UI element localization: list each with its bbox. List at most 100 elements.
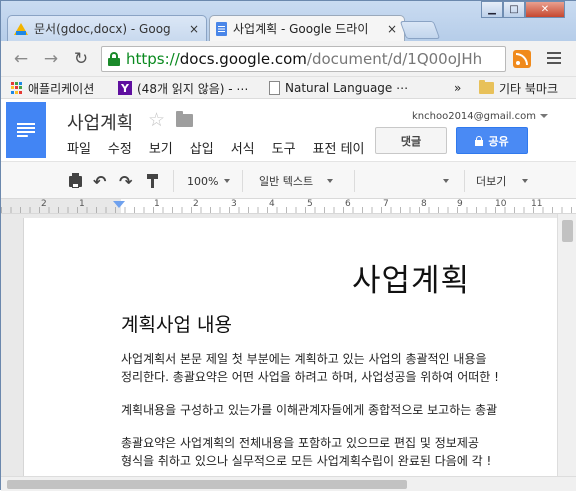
menu-insert[interactable]: 삽입	[190, 138, 214, 157]
window-controls: ▁ □ ✕	[481, 1, 565, 19]
ruler: 2 1 1 2 3 4 5 6 7 8 9 10 11	[1, 199, 576, 214]
font-select[interactable]	[443, 172, 449, 190]
reload-button[interactable]: ↻	[71, 49, 91, 69]
bookmark-apps[interactable]: 애플리케이션	[11, 80, 94, 96]
scroll-thumb[interactable]	[7, 480, 407, 489]
address-bar[interactable]: https://docs.google.com/document/d/1Q00o…	[101, 46, 506, 72]
bookmark-natural-language[interactable]: Natural Language ⋯	[269, 80, 408, 96]
bookmarks-overflow[interactable]: »	[454, 80, 461, 96]
redo-icon: ↷	[119, 171, 133, 191]
chevron-down-icon	[327, 179, 334, 183]
more-label: 더보기	[476, 175, 507, 188]
undo-button[interactable]: ↶	[93, 171, 107, 191]
toolbar-divider	[173, 170, 174, 192]
new-tab-button[interactable]	[399, 21, 441, 39]
tab-label: 사업계획 - Google 드라이	[233, 22, 369, 36]
rss-icon[interactable]	[513, 50, 531, 68]
docs-logo-icon[interactable]	[6, 102, 46, 158]
paint-format-icon	[147, 174, 158, 188]
paint-format-button[interactable]	[147, 172, 158, 190]
ruler-number: 3	[231, 199, 237, 209]
more-button[interactable]: 더보기	[476, 172, 529, 190]
menu-icon[interactable]	[547, 52, 561, 64]
share-button[interactable]: 공유	[456, 127, 528, 154]
paragraph-line: 사업계획서 본문 제일 첫 부분에는 계획하고 있는 사업의 총괄적인 내용을	[121, 352, 487, 366]
menu-edit[interactable]: 수정	[108, 138, 132, 157]
url-scheme: https://	[126, 50, 180, 68]
zoom-select[interactable]: 100%	[187, 172, 231, 190]
chevron-down-icon	[539, 114, 548, 118]
menu-table[interactable]: 표전 테이	[313, 138, 365, 157]
back-button[interactable]: ←	[11, 49, 31, 69]
redo-button[interactable]: ↷	[119, 171, 133, 191]
minimize-button[interactable]: ▁	[481, 1, 503, 18]
bookmark-label: 애플리케이션	[28, 81, 95, 96]
chevron-down-icon	[224, 179, 231, 183]
document-title[interactable]: 사업계획	[67, 109, 133, 135]
document-heading: 사업계획	[352, 263, 471, 299]
folder-icon[interactable]	[176, 111, 193, 127]
ruler-number: 4	[269, 199, 275, 209]
tab-gdoc-docx[interactable]: 문서(gdoc,docx) - Goog ×	[7, 15, 207, 41]
ruler-number: 10	[495, 199, 507, 209]
toolbar-divider	[464, 170, 465, 192]
ruler-number: 1	[79, 199, 85, 209]
ruler-number: 7	[383, 199, 389, 209]
paragraph-line: 정리한다. 총괄요약은 어떤 사업을 하려고 하며, 사업성공을 위하여 어떠한…	[121, 370, 499, 384]
horizontal-scrollbar[interactable]	[1, 476, 576, 491]
print-icon	[69, 172, 82, 188]
yahoo-icon: Y	[118, 81, 132, 95]
folder-icon	[479, 80, 494, 94]
browser-window: 문서(gdoc,docx) - Goog × 사업계획 - Google 드라이…	[0, 0, 576, 491]
docs-header: 사업계획 ☆ 파일 수정 보기 삽입 서식 도구 표전 테이 knchoo201…	[1, 99, 576, 161]
ruler-number: 5	[307, 199, 313, 209]
close-window-button[interactable]: ✕	[525, 1, 565, 18]
share-label: 공유	[488, 134, 509, 148]
style-select[interactable]: 일반 텍스트	[259, 172, 334, 190]
url-path: /document/d/1Q00oJHh	[306, 50, 483, 68]
star-icon[interactable]: ☆	[148, 109, 165, 131]
account-menu[interactable]: knchoo2014@gmail.com	[412, 111, 548, 122]
close-icon[interactable]: ×	[188, 22, 200, 36]
bookmark-yahoo[interactable]: Y (48개 읽지 않음) - ⋯	[118, 80, 248, 96]
ruler-number: 2	[193, 199, 199, 209]
ruler-number: 2	[41, 199, 47, 209]
edit-toolbar: ↶ ↷ 100% 일반 텍스트 더보기	[1, 161, 576, 199]
bookmark-label: Natural Language ⋯	[285, 81, 409, 95]
lock-icon	[475, 135, 484, 146]
bookmark-other[interactable]: 기타 북마크	[479, 80, 558, 96]
toolbar-divider	[242, 170, 243, 192]
menu-format[interactable]: 서식	[231, 138, 255, 157]
ruler-number: 8	[421, 199, 427, 209]
account-email: knchoo2014@gmail.com	[412, 111, 536, 122]
page-icon	[269, 81, 280, 95]
scroll-thumb[interactable]	[562, 220, 573, 242]
chevron-down-icon	[522, 179, 529, 183]
document-canvas: 사업계획 계획사업 내용 사업계획서 본문 제일 첫 부분에는 계획하고 있는 …	[1, 214, 576, 476]
section-heading: 계획사업 내용	[121, 314, 232, 336]
toolbar-divider	[354, 170, 355, 192]
menu-view[interactable]: 보기	[149, 138, 173, 157]
menu-tools[interactable]: 도구	[272, 138, 296, 157]
tab-label: 문서(gdoc,docx) - Goog	[34, 22, 171, 36]
print-button[interactable]	[69, 172, 82, 190]
undo-icon: ↶	[93, 171, 107, 191]
ruler-number: 1	[154, 199, 160, 209]
comments-button[interactable]: 댓글	[375, 127, 447, 154]
zoom-value: 100%	[187, 174, 219, 188]
menu-file[interactable]: 파일	[67, 138, 91, 157]
ruler-ticks	[1, 207, 576, 213]
close-icon[interactable]: ×	[386, 22, 398, 36]
vertical-scrollbar[interactable]	[557, 214, 576, 476]
bookmarks-bar: 애플리케이션 Y (48개 읽지 않음) - ⋯ Natural Languag…	[1, 77, 576, 99]
ruler-number: 6	[345, 199, 351, 209]
forward-button[interactable]: →	[41, 49, 61, 69]
document-page[interactable]: 사업계획 계획사업 내용 사업계획서 본문 제일 첫 부분에는 계획하고 있는 …	[23, 218, 557, 476]
paragraph-line: 계획내용을 구성하고 있는가를 이해관계자들에게 종합적으로 보고하는 총괄	[121, 403, 498, 417]
tab-business-plan[interactable]: 사업계획 - Google 드라이 ×	[209, 15, 405, 41]
drive-icon	[14, 22, 28, 35]
indent-marker[interactable]	[113, 201, 125, 208]
maximize-button[interactable]: □	[503, 1, 525, 18]
ruler-number: 9	[457, 199, 463, 209]
lock-icon	[108, 52, 120, 66]
